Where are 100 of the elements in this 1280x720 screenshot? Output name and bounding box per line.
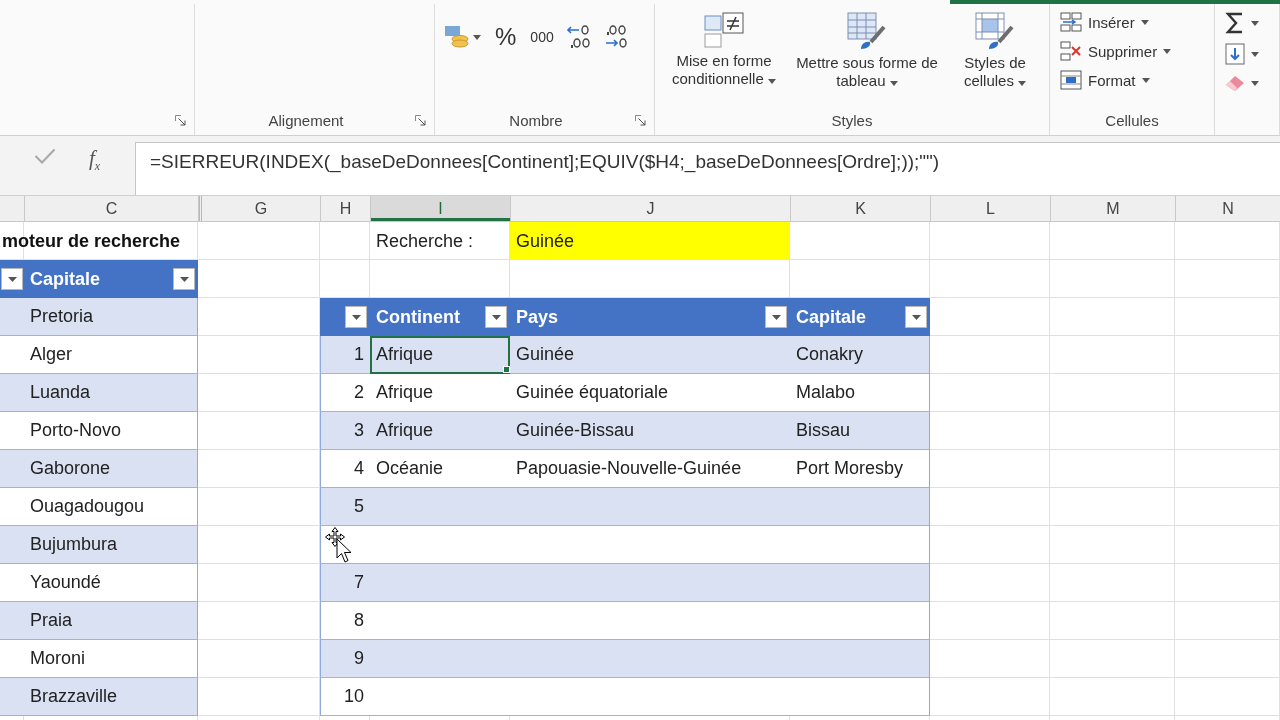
dialog-launcher-icon[interactable] [635, 114, 646, 126]
sheet-title: moteur de recherche [1, 229, 182, 253]
dropdown-arrow-icon [491, 314, 501, 320]
comma-style-button[interactable]: 000 [528, 30, 556, 44]
table-cell: Guinée-Bissau [510, 412, 790, 450]
delete-cells-icon [1060, 41, 1082, 61]
column-header[interactable]: L [931, 196, 1051, 221]
column-header[interactable]: N [1176, 196, 1280, 221]
table-cell: Brazzaville [24, 678, 198, 716]
table-cell [0, 526, 24, 564]
table-cell: Malabo [790, 374, 930, 412]
table-cell: Porto-Novo [24, 412, 198, 450]
eraser-icon [1225, 74, 1245, 92]
table-cell: 7 [320, 564, 370, 602]
column-header[interactable]: I [371, 196, 511, 221]
dropdown-arrow-icon [179, 276, 189, 282]
cell-brush-icon [975, 12, 1015, 50]
table-cell: 4 [320, 450, 370, 488]
insert-cells-button[interactable]: Insérer [1058, 10, 1174, 34]
format-cells-button[interactable]: Format [1058, 68, 1174, 92]
group-label: Cellules [1104, 111, 1160, 129]
dropdown-arrow-icon [911, 314, 921, 320]
caret-icon [473, 34, 481, 40]
table-cell: Praia [24, 602, 198, 640]
table-cell: 5 [320, 488, 370, 526]
filter-dropdown-button[interactable] [905, 306, 927, 328]
dropdown-arrow-icon [771, 314, 781, 320]
insert-function-button[interactable]: f$_{x}$ [86, 148, 104, 173]
fill-handle[interactable] [503, 366, 510, 373]
table-cell [0, 488, 24, 526]
header-label: Continent [376, 306, 460, 328]
table-cell [0, 602, 24, 640]
table-cell: Ouagadougou [24, 488, 198, 526]
table-cell: 2 [320, 374, 370, 412]
filter-dropdown-button[interactable] [173, 268, 195, 290]
header-label: Capitale [796, 306, 867, 328]
conditional-formatting-button[interactable]: Mise en forme conditionnelle [663, 10, 785, 90]
table-cell: Yaoundé [24, 564, 198, 602]
table-cell: 1 [320, 336, 370, 374]
header-label: Capitale [30, 268, 101, 290]
fill-button[interactable] [1223, 41, 1261, 67]
table-cell: Afrique [370, 412, 510, 450]
sum-icon [1225, 12, 1245, 34]
table-cell: Pretoria [24, 298, 198, 336]
table-cell: Bujumbura [24, 526, 198, 564]
dialog-launcher-icon[interactable] [415, 114, 426, 126]
table-cell: Gaborone [24, 450, 198, 488]
dropdown-arrow-icon [351, 314, 361, 320]
table-cell: Luanda [24, 374, 198, 412]
group-label: Styles [830, 111, 874, 129]
table-cell: 3 [320, 412, 370, 450]
table-cell: Guinée équatoriale [510, 374, 790, 412]
table-cell [0, 412, 24, 450]
autosum-button[interactable] [1223, 10, 1261, 36]
delete-cells-button[interactable]: Supprimer [1058, 39, 1174, 63]
column-header[interactable]: C [25, 196, 199, 221]
table-cell: 10 [320, 678, 370, 716]
format-cells-icon [1060, 70, 1082, 90]
table-cell: Guinée [510, 336, 790, 374]
table-brush-icon [847, 12, 887, 50]
table-cell: Afrique [370, 336, 510, 374]
table-cell: Port Moresby [790, 450, 930, 488]
table-cell: Bissau [790, 412, 930, 450]
group-label: Nombre [508, 111, 564, 129]
column-header[interactable]: M [1051, 196, 1176, 221]
column-header[interactable]: J [511, 196, 791, 221]
insert-cells-icon [1060, 12, 1082, 32]
table-cell [0, 374, 24, 412]
filter-dropdown-button[interactable] [345, 306, 367, 328]
fill-down-icon [1225, 43, 1245, 65]
cell-styles-button[interactable]: Styles de cellules [949, 10, 1041, 92]
coins-icon [445, 26, 469, 48]
table-cell: Moroni [24, 640, 198, 678]
table-cell [0, 298, 24, 336]
table-cell [0, 336, 24, 374]
table-cell: Afrique [370, 374, 510, 412]
dialog-launcher-icon[interactable] [175, 114, 186, 126]
table-cell: Océanie [370, 450, 510, 488]
column-header[interactable]: K [791, 196, 931, 221]
table-cell [0, 450, 24, 488]
filter-dropdown-button[interactable] [1, 268, 23, 290]
dropdown-arrow-icon [7, 276, 17, 282]
check-icon[interactable] [34, 148, 56, 164]
header-label: Pays [516, 306, 559, 328]
search-label: Recherche : [375, 229, 475, 253]
table-cell [0, 564, 24, 602]
table-cell: 9 [320, 640, 370, 678]
table-cell: Conakry [790, 336, 930, 374]
search-input-cell[interactable]: Guinée [510, 222, 790, 260]
conditional-format-icon [704, 12, 744, 48]
formula-input[interactable]: =SIERREUR(INDEX(_baseDeDonnees[Continent];EQUIV($H4;_baseDeDonnees[Ordre];));"") [135, 142, 1280, 195]
increase-decimal-icon[interactable] [565, 25, 592, 49]
format-as-table-button[interactable]: Mettre sous forme de tableau [793, 10, 941, 92]
group-label: Alignement [267, 111, 345, 129]
table-cell [0, 640, 24, 678]
table-cell: Papouasie-Nouvelle-Guinée [510, 450, 790, 488]
percent-style-button[interactable]: % [493, 25, 519, 49]
table-cell: Alger [24, 336, 198, 374]
filter-dropdown-button[interactable] [485, 306, 507, 328]
filter-dropdown-button[interactable] [765, 306, 787, 328]
